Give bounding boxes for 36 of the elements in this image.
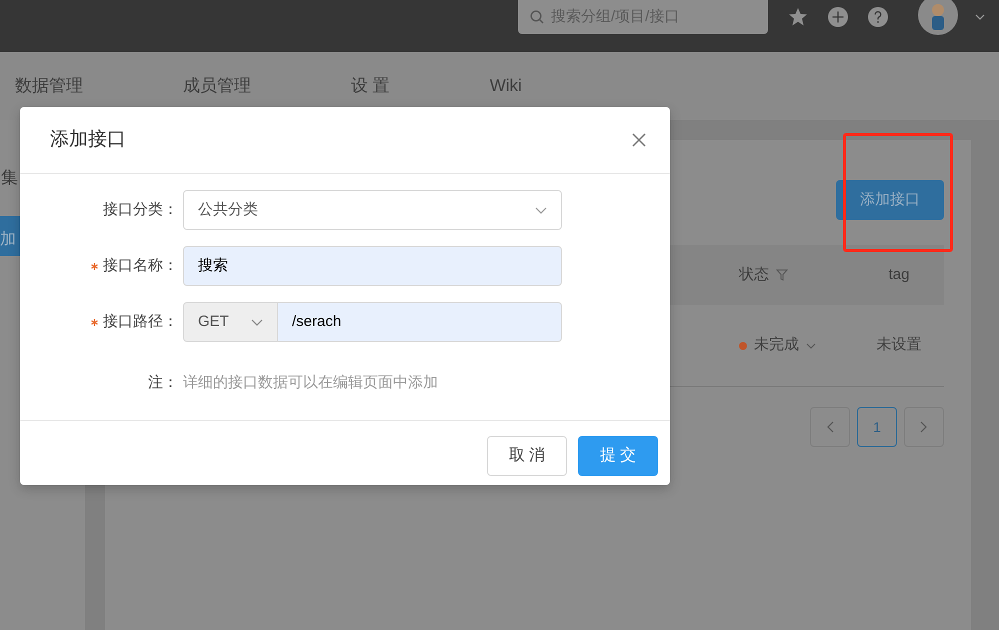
add-icon[interactable] [828, 7, 848, 27]
method-select[interactable]: GET [183, 302, 278, 342]
add-interface-button[interactable]: 添加接口 [836, 180, 944, 220]
submit-button[interactable]: 提 交 [578, 436, 658, 476]
chevron-right-icon [920, 421, 928, 433]
path-input[interactable]: /serach [278, 302, 562, 342]
column-header: 状态 [739, 264, 769, 285]
caret-icon[interactable] [806, 342, 816, 348]
field-label: 接口分类： [103, 200, 178, 220]
column-header: tag [888, 264, 910, 285]
status-text: 未完成 [754, 335, 799, 356]
nav-tab[interactable]: 成员管理 [183, 73, 251, 99]
help-icon[interactable] [868, 7, 888, 27]
field-label: 接口路径： [103, 312, 178, 332]
search-icon [530, 10, 544, 24]
name-input[interactable]: 搜索 [183, 246, 562, 286]
category-select[interactable]: 公共分类 [183, 190, 562, 230]
nav-tab[interactable]: 数据管理 [15, 73, 83, 99]
caret-icon[interactable] [975, 14, 985, 20]
chevron-down-icon [535, 206, 547, 214]
chevron-down-icon [251, 318, 263, 326]
tag-text: 未设置 [876, 335, 922, 356]
star-icon[interactable] [788, 7, 808, 27]
filter-icon[interactable] [776, 269, 788, 281]
sidebar-title: 集 [1, 167, 19, 189]
nav-tab[interactable]: 设 置 [351, 73, 390, 99]
note-text: 详细的接口数据可以在编辑页面中添加 [183, 372, 438, 393]
avatar-icon[interactable] [918, 0, 958, 35]
chevron-left-icon [826, 421, 834, 433]
close-icon[interactable] [632, 133, 646, 147]
nav-tab[interactable]: Wiki [490, 73, 522, 99]
note-label: 注： [148, 374, 178, 391]
dialog-title: 添加接口 [50, 128, 126, 152]
cancel-button[interactable]: 取 消 [487, 436, 567, 476]
field-label: 接口名称： [103, 256, 178, 276]
page-button[interactable]: 1 [857, 407, 897, 447]
